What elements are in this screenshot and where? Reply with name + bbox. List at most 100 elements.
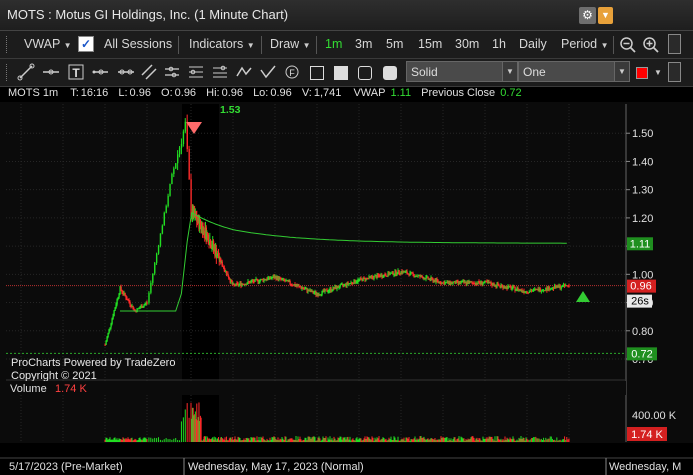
- candle-body: [186, 121, 188, 150]
- toolbar-main: VWAP ▼ ✓ All Sessions Indicators ▼ Draw …: [0, 31, 693, 59]
- checkmark-icon[interactable]: [258, 62, 278, 85]
- volume-header-bg: [0, 381, 626, 395]
- toolbar-divider: [316, 36, 317, 54]
- rounded-square-filled-icon[interactable]: [383, 66, 397, 80]
- rounded-square-icon[interactable]: [358, 66, 372, 80]
- window-titlebar: MOTS : Motus GI Holdings, Inc. (1 Minute…: [0, 0, 693, 31]
- interval-1m[interactable]: 1m: [325, 37, 342, 51]
- text-tool-icon[interactable]: T: [66, 62, 86, 85]
- interval-1h[interactable]: 1h: [492, 37, 506, 51]
- prev-close-value: 0.72: [500, 87, 522, 99]
- zoom-out-icon[interactable]: [619, 36, 637, 57]
- fib-lines-icon[interactable]: [210, 62, 230, 85]
- next-date-label: Wednesday, M: [609, 461, 681, 473]
- vwap-value: 1.11: [390, 87, 412, 99]
- gear-icon[interactable]: ⚙: [579, 7, 596, 24]
- draw-dropdown[interactable]: Draw ▼: [270, 37, 311, 51]
- chevron-down-icon[interactable]: ▼: [614, 61, 630, 82]
- candle-body: [150, 282, 152, 293]
- parallel-lines-icon[interactable]: [139, 62, 159, 85]
- window-menu-dropdown-icon[interactable]: ▼: [598, 7, 613, 24]
- low-value: 0.96: [270, 87, 292, 99]
- volume-axis-label: 400.00 K: [632, 410, 677, 422]
- candle-body: [184, 121, 187, 132]
- candle-body: [148, 292, 150, 303]
- candle-body: [154, 262, 156, 274]
- candle-body: [180, 144, 183, 148]
- interval-3m[interactable]: 3m: [355, 37, 372, 51]
- wave-icon[interactable]: [234, 62, 254, 85]
- candle-body: [528, 291, 531, 294]
- line-width-select[interactable]: One: [518, 61, 615, 82]
- interval-5m[interactable]: 5m: [386, 37, 403, 51]
- toolbar-divider: [178, 36, 179, 54]
- candle-body: [289, 281, 291, 285]
- period-dropdown[interactable]: Period ▼: [561, 37, 609, 51]
- watermark-line-1: ProCharts Powered by TradeZero: [11, 357, 175, 369]
- candle-body: [452, 282, 454, 284]
- candle-body: [178, 147, 181, 155]
- line-tool-icon[interactable]: [16, 62, 36, 85]
- fibonacci-icon[interactable]: F: [282, 62, 302, 85]
- price-chart[interactable]: 1.501.401.301.201.101.000.900.800.70 06:…: [0, 102, 693, 475]
- study-dropdown[interactable]: VWAP ▼: [24, 37, 72, 51]
- svg-text:F: F: [289, 68, 295, 78]
- volume-pane-value: 1.74 K: [55, 383, 87, 395]
- interval-daily[interactable]: Daily: [519, 37, 547, 51]
- watermark-line-2: Copyright © 2021: [11, 370, 97, 382]
- toolbar-grip-icon[interactable]: [6, 36, 10, 53]
- all-sessions-checkbox[interactable]: ✓: [78, 36, 94, 52]
- candle-body: [539, 288, 542, 292]
- candle-body: [190, 179, 192, 217]
- y-tick-label: 1.40: [632, 156, 653, 168]
- horizontal-line-icon[interactable]: [41, 62, 61, 85]
- premarket-date-label: 5/17/2023 (Pre-Market): [9, 461, 123, 473]
- square-filled-icon[interactable]: [334, 66, 348, 80]
- candle-body: [188, 149, 190, 180]
- window-title: MOTS : Motus GI Holdings, Inc. (1 Minute…: [7, 7, 289, 22]
- last-label: L:: [118, 87, 128, 99]
- toolbar-grip-icon[interactable]: [6, 64, 10, 81]
- open-value: 0.96: [174, 87, 197, 99]
- candle-body: [216, 255, 218, 259]
- interval-15m[interactable]: 15m: [418, 37, 442, 51]
- interval-30m[interactable]: 30m: [455, 37, 479, 51]
- square-outline-icon[interactable]: [310, 66, 324, 80]
- candle-body: [396, 273, 398, 275]
- chevron-down-icon[interactable]: ▼: [654, 68, 662, 77]
- volume-pane-title: Volume: [10, 383, 47, 395]
- volume-label: V:: [301, 87, 312, 99]
- last-value: 0.96: [129, 87, 151, 99]
- open-label: O:: [161, 87, 173, 99]
- candle-body: [129, 302, 131, 305]
- all-sessions-label[interactable]: All Sessions: [104, 37, 172, 51]
- line-style-select[interactable]: Solid: [406, 61, 503, 82]
- candle-body: [203, 227, 205, 231]
- candle-body: [167, 195, 169, 207]
- toolbar-scroll-icon[interactable]: [668, 62, 681, 82]
- session-date-label: Wednesday, May 17, 2023 (Normal): [188, 461, 364, 473]
- candle-body: [182, 131, 185, 145]
- y-tick-label: 1.00: [632, 269, 653, 281]
- countdown-label: 26s: [631, 296, 649, 308]
- chevron-down-icon[interactable]: ▼: [502, 61, 518, 82]
- arrow-line-icon[interactable]: [91, 62, 111, 85]
- study-label: VWAP: [24, 37, 61, 51]
- candle-body: [175, 163, 177, 169]
- chevron-down-icon: ▼: [302, 41, 311, 50]
- indicators-dropdown[interactable]: Indicators ▼: [189, 37, 255, 51]
- indicators-label: Indicators: [189, 37, 244, 51]
- zoom-in-icon[interactable]: [642, 36, 660, 57]
- toolbar-divider: [261, 36, 262, 54]
- candle-body: [113, 310, 115, 317]
- high-marker-label: 1.53: [220, 104, 241, 116]
- candle-body: [157, 245, 160, 254]
- sorted-lines-icon[interactable]: [186, 62, 206, 85]
- chevron-down-icon: ▼: [600, 41, 609, 50]
- candle-body: [146, 302, 148, 304]
- volume-value: 1,741: [313, 87, 342, 99]
- color-swatch[interactable]: [636, 67, 648, 79]
- horizontal-ray-icon[interactable]: [162, 62, 182, 85]
- toolbar-scroll-icon[interactable]: [668, 34, 681, 54]
- double-arrow-icon[interactable]: [116, 62, 136, 85]
